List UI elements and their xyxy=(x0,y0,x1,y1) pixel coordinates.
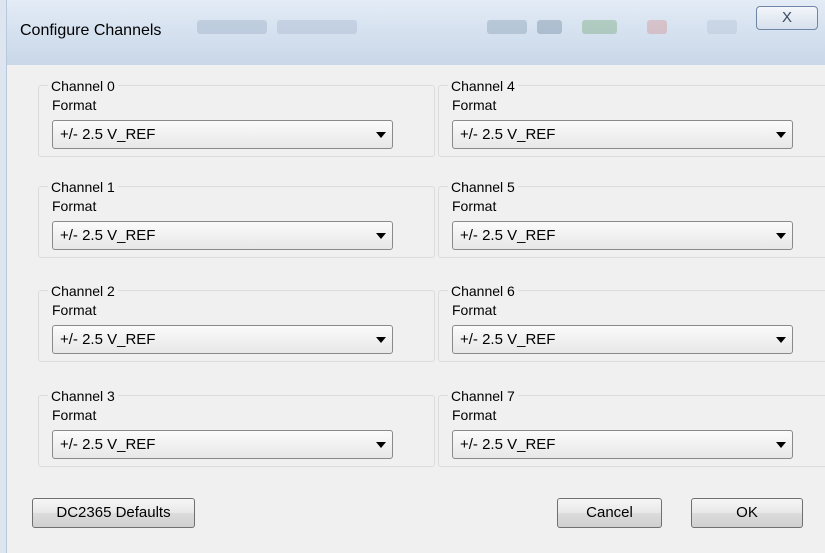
background-blur xyxy=(582,20,617,34)
chevron-down-icon xyxy=(376,337,386,343)
background-blur xyxy=(647,20,667,34)
background-blur xyxy=(487,20,527,34)
background-blur xyxy=(707,20,737,34)
channel-6-format-value: +/- 2.5 V_REF xyxy=(460,331,556,348)
channel-5-group: Channel 5 Format +/- 2.5 V_REF xyxy=(438,179,825,258)
title-bar: Configure Channels X xyxy=(7,0,825,66)
background-blur xyxy=(277,20,357,34)
channel-7-group: Channel 7 Format +/- 2.5 V_REF xyxy=(438,388,825,467)
channel-3-format-value: +/- 2.5 V_REF xyxy=(60,436,156,453)
channel-6-format-select[interactable]: +/- 2.5 V_REF xyxy=(452,325,793,354)
dialog-content: Channel 0 Format +/- 2.5 V_REF Channel 1… xyxy=(7,65,825,553)
channel-7-format-select[interactable]: +/- 2.5 V_REF xyxy=(452,430,793,459)
channel-5-format-value: +/- 2.5 V_REF xyxy=(460,227,556,244)
channel-1-format-select[interactable]: +/- 2.5 V_REF xyxy=(52,221,393,250)
channel-0-format-value: +/- 2.5 V_REF xyxy=(60,126,156,143)
channel-2-format-select[interactable]: +/- 2.5 V_REF xyxy=(52,325,393,354)
channel-4-legend: Channel 4 xyxy=(448,78,518,94)
channel-5-format-select[interactable]: +/- 2.5 V_REF xyxy=(452,221,793,250)
channel-3-legend: Channel 3 xyxy=(48,388,118,404)
chevron-down-icon xyxy=(376,442,386,448)
channel-0-format-label: Format xyxy=(52,97,97,113)
window-left-edge xyxy=(0,0,7,553)
channel-6-legend: Channel 6 xyxy=(448,283,518,299)
channel-7-format-label: Format xyxy=(452,407,497,423)
channel-1-group: Channel 1 Format +/- 2.5 V_REF xyxy=(38,179,435,258)
background-blur xyxy=(537,20,562,34)
cancel-button[interactable]: Cancel xyxy=(557,498,662,528)
channel-4-group: Channel 4 Format +/- 2.5 V_REF xyxy=(438,78,825,157)
channel-3-format-select[interactable]: +/- 2.5 V_REF xyxy=(52,430,393,459)
channel-3-format-label: Format xyxy=(52,407,97,423)
channel-2-legend: Channel 2 xyxy=(48,283,118,299)
channel-6-format-label: Format xyxy=(452,302,497,318)
chevron-down-icon xyxy=(376,233,386,239)
channel-3-group: Channel 3 Format +/- 2.5 V_REF xyxy=(38,388,435,467)
channel-4-format-value: +/- 2.5 V_REF xyxy=(460,126,556,143)
chevron-down-icon xyxy=(776,337,786,343)
close-icon: X xyxy=(781,9,792,26)
channel-5-legend: Channel 5 xyxy=(448,179,518,195)
channel-7-format-value: +/- 2.5 V_REF xyxy=(460,436,556,453)
channel-6-group: Channel 6 Format +/- 2.5 V_REF xyxy=(438,283,825,362)
channel-0-group: Channel 0 Format +/- 2.5 V_REF xyxy=(38,78,435,157)
channel-0-legend: Channel 0 xyxy=(48,78,118,94)
channel-1-format-label: Format xyxy=(52,198,97,214)
background-blur xyxy=(197,20,267,34)
channel-2-format-label: Format xyxy=(52,302,97,318)
window-title: Configure Channels xyxy=(20,22,162,39)
channel-1-legend: Channel 1 xyxy=(48,179,118,195)
chevron-down-icon xyxy=(776,442,786,448)
channel-4-format-label: Format xyxy=(452,97,497,113)
defaults-button[interactable]: DC2365 Defaults xyxy=(32,498,195,528)
channel-0-format-select[interactable]: +/- 2.5 V_REF xyxy=(52,120,393,149)
channel-1-format-value: +/- 2.5 V_REF xyxy=(60,227,156,244)
chevron-down-icon xyxy=(776,132,786,138)
channel-5-format-label: Format xyxy=(452,198,497,214)
channel-2-group: Channel 2 Format +/- 2.5 V_REF xyxy=(38,283,435,362)
close-button[interactable]: X xyxy=(756,6,818,30)
channel-7-legend: Channel 7 xyxy=(448,388,518,404)
channel-2-format-value: +/- 2.5 V_REF xyxy=(60,331,156,348)
ok-button[interactable]: OK xyxy=(691,498,803,528)
chevron-down-icon xyxy=(776,233,786,239)
configure-channels-dialog: Configure Channels X Channel 0 Format +/… xyxy=(7,0,825,553)
channel-4-format-select[interactable]: +/- 2.5 V_REF xyxy=(452,120,793,149)
chevron-down-icon xyxy=(376,132,386,138)
